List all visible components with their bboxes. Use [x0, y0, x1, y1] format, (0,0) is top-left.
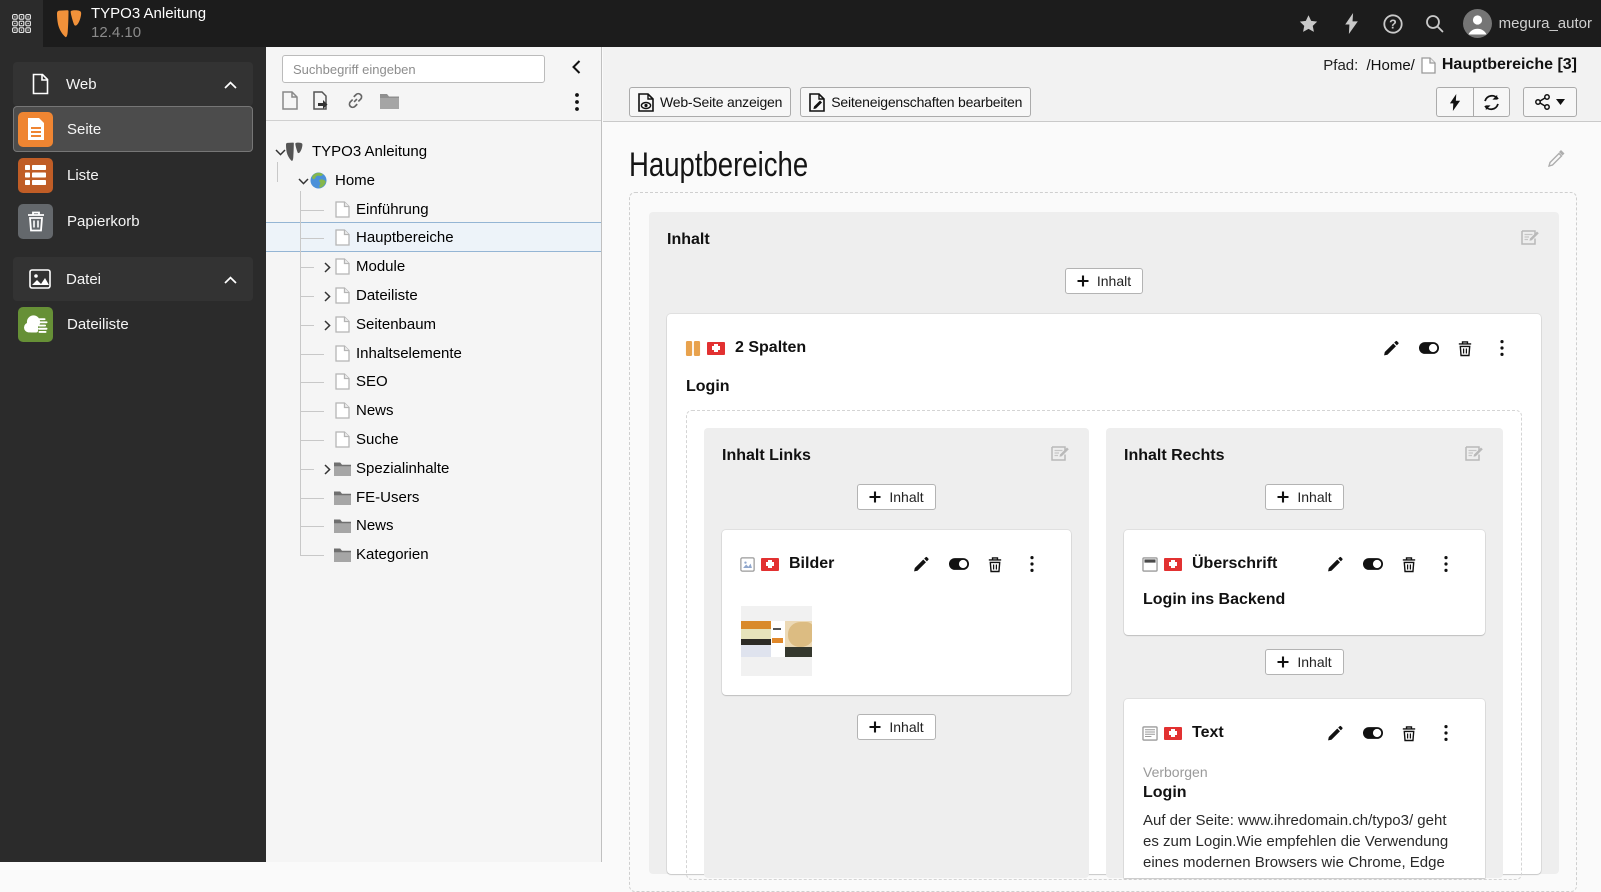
svg-text:?: ?	[1389, 17, 1397, 31]
